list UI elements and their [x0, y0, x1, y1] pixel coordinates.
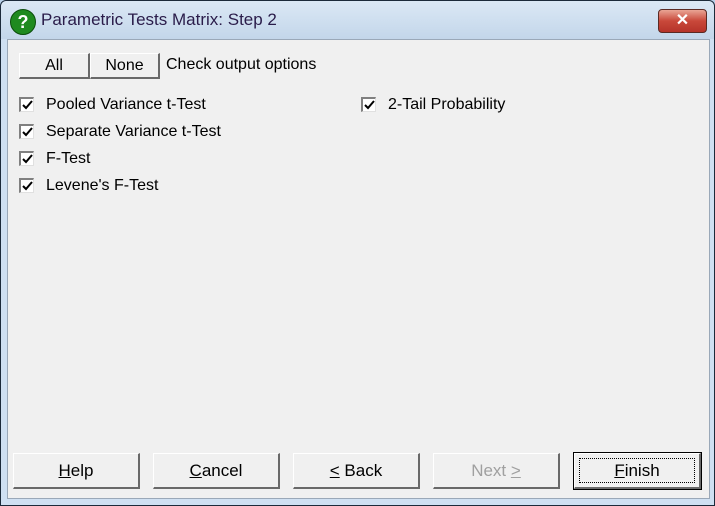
instruction-label: Check output options [166, 56, 317, 73]
option-label: Separate Variance t-Test [46, 123, 221, 140]
option-label: Pooled Variance t-Test [46, 96, 206, 113]
help-question-icon: ? [10, 9, 36, 35]
checkbox[interactable] [19, 97, 34, 112]
focus-rectangle [579, 458, 695, 483]
select-all-button[interactable]: All [19, 53, 90, 79]
checkmark-icon [22, 154, 33, 164]
checkmark-icon [22, 181, 33, 191]
option-label: 2-Tail Probability [388, 96, 506, 113]
option-label: F-Test [46, 150, 91, 167]
close-button[interactable]: ✕ [658, 9, 707, 33]
cancel-button[interactable]: Cancel [153, 453, 280, 489]
checkmark-icon [364, 100, 375, 110]
back-button[interactable]: < Back [293, 453, 420, 489]
option-label: Levene's F-Test [46, 177, 159, 194]
dialog-window: ? Parametric Tests Matrix: Step 2 ✕ All … [0, 0, 715, 506]
dialog-client-area: All None Check output options Pooled Var… [7, 39, 710, 499]
close-icon: ✕ [675, 12, 690, 29]
next-button[interactable]: Next > [433, 453, 560, 489]
checkmark-icon [22, 127, 33, 137]
select-none-button[interactable]: None [90, 53, 160, 79]
checkbox[interactable] [19, 178, 34, 193]
help-button[interactable]: Help [13, 453, 140, 489]
title-bar[interactable]: ? Parametric Tests Matrix: Step 2 ✕ [1, 1, 714, 39]
checkbox[interactable] [19, 124, 34, 139]
finish-button[interactable]: Finish [573, 452, 702, 490]
checkbox[interactable] [361, 97, 376, 112]
checkmark-icon [22, 100, 33, 110]
window-title: Parametric Tests Matrix: Step 2 [41, 10, 277, 29]
checkbox[interactable] [19, 151, 34, 166]
